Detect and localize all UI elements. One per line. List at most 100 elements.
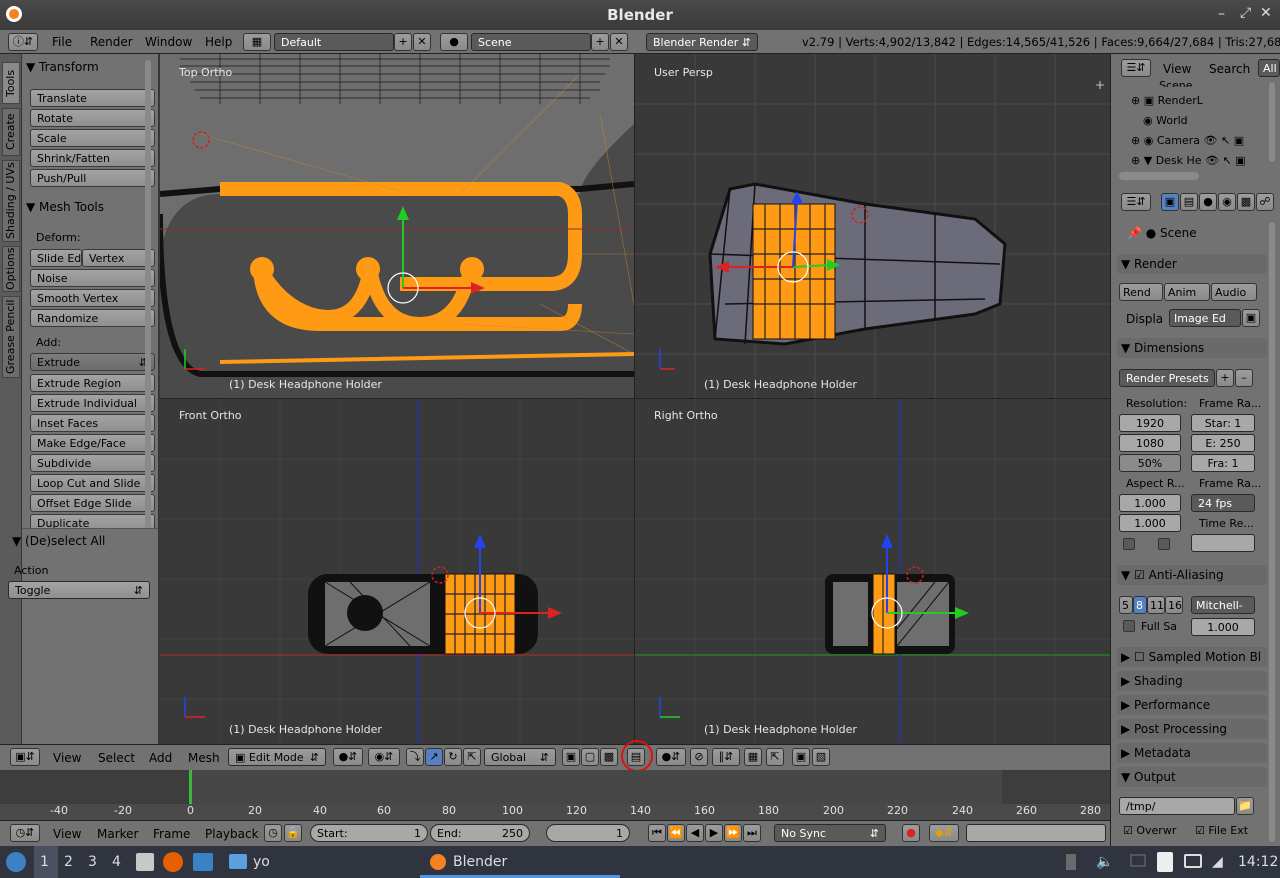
folder-icon[interactable] <box>229 854 247 869</box>
time-remap-field[interactable] <box>1191 534 1255 552</box>
render-panel-header[interactable]: ▼ Render <box>1117 254 1267 274</box>
shading-header[interactable]: ▶ Shading <box>1117 671 1267 691</box>
noise-button[interactable]: Noise <box>30 269 155 287</box>
jump-start-icon[interactable]: ⏮ <box>648 824 666 842</box>
play-icon[interactable]: ▶ <box>705 824 723 842</box>
outliner-item[interactable]: ⊕ ▼ Desk He 👁 ↖ ▣ <box>1131 154 1246 167</box>
preview-range-icon[interactable]: ◷ <box>264 824 282 842</box>
aa-samples-8[interactable]: 8 <box>1133 596 1147 614</box>
border-checkbox[interactable] <box>1123 538 1135 550</box>
outliner-menu-search[interactable]: Search <box>1209 62 1250 76</box>
properties-scrollbar[interactable] <box>1269 222 1275 842</box>
tool-shelf-scrollbar[interactable] <box>145 60 151 530</box>
outliner-item[interactable]: Scene <box>1159 79 1193 87</box>
render-image-button[interactable]: Rend <box>1119 283 1163 301</box>
smooth-vertex-button[interactable]: Smooth Vertex <box>30 289 155 307</box>
pivot-point-icon[interactable]: ◉⇵ <box>368 748 400 766</box>
workspace-3[interactable]: 3 <box>88 854 97 870</box>
dimensions-panel-header[interactable]: ▼ Dimensions <box>1117 338 1267 358</box>
vertex-select-icon[interactable]: ▣ <box>562 748 580 766</box>
tab-shading-uvs[interactable]: Shading / UVs <box>2 160 20 242</box>
maximize-icon[interactable]: ⤢ <box>1240 5 1251 21</box>
scale-button[interactable]: Scale <box>30 129 155 147</box>
aa-samples-5[interactable]: 5 <box>1119 596 1133 614</box>
visibility-icon[interactable]: 👁 <box>1204 134 1218 147</box>
res-y-field[interactable]: 1080 <box>1119 434 1181 452</box>
world-tab-icon[interactable]: ◉ <box>1218 193 1236 211</box>
mirror-icon[interactable]: ∥⇵ <box>712 748 740 766</box>
viewport-top-ortho[interactable]: Top Ortho (1) Desk Headphone Holder <box>160 54 634 398</box>
clipboard-icon[interactable] <box>1157 852 1173 872</box>
scale-manipulator-icon[interactable]: ⇱ <box>463 748 481 766</box>
timeline-menu-view[interactable]: View <box>53 827 81 841</box>
aa-samples-16[interactable]: 16 <box>1165 596 1183 614</box>
scene-field[interactable]: Scene <box>471 33 591 51</box>
tray-scroll-icon[interactable] <box>1066 854 1076 870</box>
rotate-button[interactable]: Rotate <box>30 109 155 127</box>
viewport-shading-icon[interactable]: ●⇵ <box>333 748 363 766</box>
info-editor-icon[interactable]: ⓘ⇵ <box>8 33 38 51</box>
outliner-hscrollbar[interactable] <box>1119 172 1199 180</box>
render-tab-icon[interactable]: ▣ <box>1161 193 1179 211</box>
current-frame-field[interactable]: 1 <box>546 824 630 842</box>
aa-samples-11[interactable]: 11 <box>1147 596 1165 614</box>
fps-select[interactable]: 24 fps <box>1191 494 1255 512</box>
viewport-front-ortho[interactable]: Front Ortho (1) Desk Headphone Holder <box>160 399 634 744</box>
render-presets-select[interactable]: Render Presets <box>1119 369 1215 387</box>
sync-select[interactable]: No Sync ⇵ <box>774 824 886 842</box>
proportional-edit-icon[interactable]: ●⇵ <box>656 748 686 766</box>
close-icon[interactable]: ✕ <box>1260 5 1272 21</box>
jump-keyframe-forward-icon[interactable]: ⏩ <box>724 824 742 842</box>
folder-task-label[interactable]: yo <box>253 854 270 870</box>
lock-icon[interactable]: 🔒 <box>284 824 302 842</box>
aspect-y-field[interactable]: 1.000 <box>1119 514 1181 532</box>
menu-select[interactable]: Select <box>98 751 135 765</box>
blender-task-label[interactable]: Blender <box>453 854 507 870</box>
record-icon[interactable]: ● <box>902 824 920 842</box>
timeline[interactable]: -40 -20 0 20 40 60 80 100 120 140 160 18… <box>0 770 1110 820</box>
current-frame-marker[interactable] <box>189 770 192 804</box>
select-cursor-icon[interactable]: ↖ <box>1223 154 1232 167</box>
aa-checkbox-icon[interactable]: ☑ <box>1134 568 1145 582</box>
outliner-item[interactable]: ⊕ ◉ Camera 👁 ↖ ▣ <box>1131 134 1244 147</box>
constraints-tab-icon[interactable]: ☍ <box>1256 193 1274 211</box>
object-tab-icon[interactable]: ▩ <box>1237 193 1255 211</box>
performance-header[interactable]: ▶ Performance <box>1117 695 1267 715</box>
tab-create[interactable]: Create <box>2 108 20 156</box>
render-icon[interactable]: ▣ <box>1235 154 1245 167</box>
frame-step-field[interactable]: Fra: 1 <box>1191 454 1255 472</box>
loop-cut-button[interactable]: Loop Cut and Slide <box>30 474 155 492</box>
minimize-icon[interactable]: – <box>1218 6 1225 22</box>
render-image-icon[interactable]: ▣ <box>792 748 810 766</box>
timeline-menu-frame[interactable]: Frame <box>153 827 190 841</box>
frame-start-field[interactable]: Star: 1 <box>1191 414 1255 432</box>
extrude-region-button[interactable]: Extrude Region <box>30 374 155 392</box>
remove-scene-button[interactable]: ✕ <box>610 33 628 51</box>
network-icon[interactable]: ◢ <box>1212 854 1223 870</box>
anti-aliasing-panel-header[interactable]: ▼ ☑ Anti-Aliasing <box>1117 565 1267 585</box>
notification-icon[interactable] <box>1184 854 1202 868</box>
orientation-select[interactable]: Global ⇵ <box>484 748 556 766</box>
outliner-scrollbar[interactable] <box>1269 82 1275 162</box>
snap-element-icon[interactable]: ⇱ <box>766 748 784 766</box>
snap-icon[interactable]: ▦ <box>744 748 762 766</box>
keying-set-icon[interactable]: ◆⇵ <box>929 824 959 842</box>
outliner-menu-view[interactable]: View <box>1163 62 1191 76</box>
start-menu-icon[interactable] <box>6 852 26 872</box>
outliner-filter-select[interactable]: All <box>1258 59 1280 77</box>
render-layers-tab-icon[interactable]: ▤ <box>1180 193 1198 211</box>
transform-panel-header[interactable]: ▼ Transform <box>26 60 154 80</box>
outliner-item[interactable]: ⊕ ▣ RenderL <box>1131 94 1203 107</box>
randomize-button[interactable]: Randomize <box>30 309 155 327</box>
screen-layout-icon[interactable]: ▦ <box>243 33 271 51</box>
render-animation-button[interactable]: Anim <box>1164 283 1210 301</box>
translate-button[interactable]: Translate <box>30 89 155 107</box>
menu-file[interactable]: File <box>52 35 72 49</box>
extrude-individual-button[interactable]: Extrude Individual <box>30 394 155 412</box>
add-layout-button[interactable]: + <box>394 33 412 51</box>
mesh-tools-panel-header[interactable]: ▼ Mesh Tools <box>26 200 154 220</box>
viewport-split-icon[interactable]: + <box>1095 78 1105 92</box>
start-frame-field[interactable]: Start: 1 <box>310 824 428 842</box>
jump-keyframe-back-icon[interactable]: ⏪ <box>667 824 685 842</box>
outliner-item[interactable]: ◉ World <box>1143 114 1188 127</box>
